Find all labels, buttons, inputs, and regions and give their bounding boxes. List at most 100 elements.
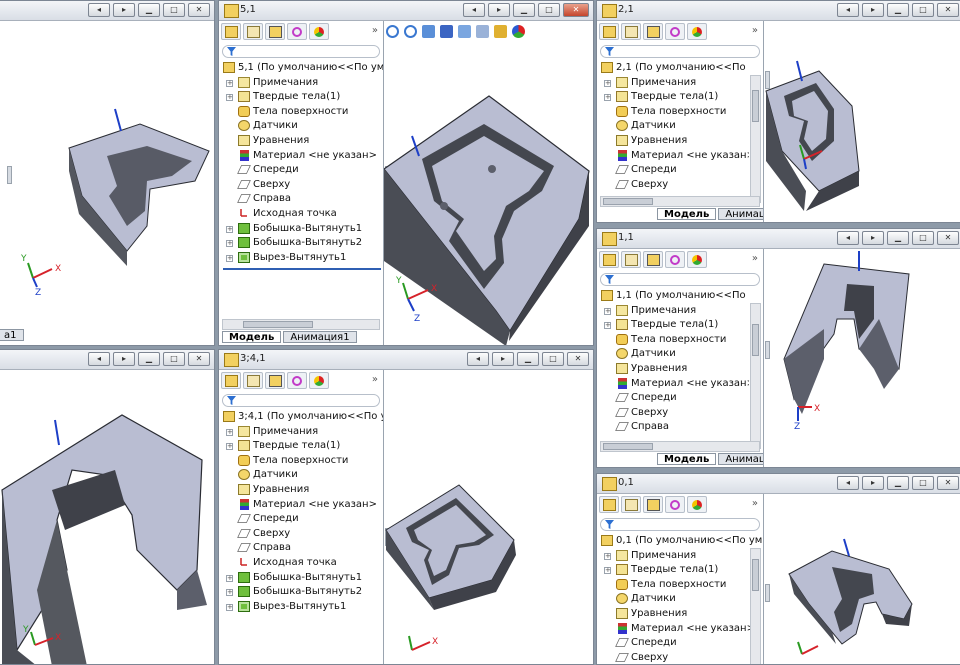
maximize-button[interactable]: □ [912, 3, 934, 17]
graphics-area[interactable]: X [384, 370, 593, 664]
maximize-button[interactable]: □ [912, 231, 934, 245]
filter-field[interactable] [600, 45, 760, 58]
close-button[interactable]: ✕ [188, 3, 210, 17]
minimize-button[interactable]: ▁ [138, 3, 160, 17]
graphics-area[interactable] [764, 494, 959, 664]
tab-model[interactable]: Модель [657, 208, 717, 220]
nav-forward-button[interactable]: ▸ [862, 476, 884, 490]
graphics-area[interactable]: Y X [0, 370, 214, 664]
tree-item-material[interactable]: Материал <не указан> [599, 622, 755, 637]
tree-item-top-plane[interactable]: Сверху [599, 178, 749, 189]
dimxpert-tab[interactable] [665, 23, 685, 40]
tree-item-notes[interactable]: + Примечания [221, 76, 383, 91]
tab-model[interactable]: Модель [657, 453, 717, 465]
expand-tabs-icon[interactable]: » [372, 374, 378, 385]
close-button[interactable]: ✕ [188, 352, 210, 366]
tree-item-equations[interactable]: Уравнения [599, 607, 749, 622]
rollback-bar[interactable] [223, 268, 381, 271]
display-manager-tab[interactable] [687, 23, 707, 40]
filter-field[interactable] [222, 394, 380, 407]
tree-root[interactable]: 5,1 (По умолчанию<<По умол [221, 61, 383, 76]
tree-item-front-plane[interactable]: Спереди [221, 512, 383, 527]
nav-back-button[interactable]: ◂ [467, 352, 489, 366]
dimxpert-tab[interactable] [665, 251, 685, 268]
tree-root[interactable]: 0,1 (По умолчанию<<По ум [599, 534, 762, 549]
maximize-button[interactable]: □ [163, 3, 185, 17]
feature-manager-tab[interactable] [599, 251, 619, 268]
tree-item-surfaces[interactable]: Тела поверхности [221, 105, 383, 120]
tab-model[interactable]: Модель [222, 331, 282, 343]
tree-root[interactable]: 3;4,1 (По умолчанию<<По умо [221, 410, 383, 425]
expand-tabs-icon[interactable]: » [752, 25, 758, 36]
graphics-area[interactable]: Y X Z а1 [0, 21, 214, 345]
dimxpert-tab[interactable] [287, 23, 307, 40]
tree-item-equations[interactable]: Уравнения [221, 134, 383, 149]
filter-field[interactable] [222, 45, 380, 58]
tree-item-boss2[interactable]: + Бобышка-Вытянуть2 [221, 585, 383, 600]
nav-forward-button[interactable]: ▸ [113, 3, 135, 17]
expand-icon[interactable]: + [226, 428, 233, 436]
minimize-button[interactable]: ▁ [887, 476, 909, 490]
minimize-button[interactable]: ▁ [887, 231, 909, 245]
tree-root[interactable]: 2,1 (По умолчанию<<По ум [599, 61, 749, 76]
tab-animation-partial[interactable]: а1 [0, 329, 24, 341]
expand-tabs-icon[interactable]: » [372, 25, 378, 36]
horizontal-scrollbar[interactable] [600, 196, 760, 207]
close-button[interactable]: ✕ [937, 3, 959, 17]
tree-item-equations[interactable]: Уравнения [599, 362, 749, 377]
tree-item-boss1[interactable]: + Бобышка-Вытянуть1 [221, 571, 383, 586]
tree-item-notes[interactable]: + Примечания [599, 304, 749, 319]
vertical-scrollbar[interactable] [750, 303, 761, 449]
expand-tabs-icon[interactable]: » [752, 253, 758, 264]
tree-item-sensors[interactable]: Датчики [599, 119, 749, 134]
property-manager-tab[interactable] [621, 23, 641, 40]
close-button[interactable]: ✕ [563, 3, 589, 17]
nav-back-button[interactable]: ◂ [837, 231, 859, 245]
expand-icon[interactable]: + [226, 240, 233, 248]
feature-manager-tab[interactable] [599, 23, 619, 40]
nav-forward-button[interactable]: ▸ [862, 231, 884, 245]
tree-item-cut1[interactable]: + Вырез-Вытянуть1 [221, 251, 383, 266]
nav-forward-button[interactable]: ▸ [862, 3, 884, 17]
tree-item-surfaces[interactable]: Тела поверхности [599, 333, 749, 348]
tree-item-solids[interactable]: + Твердые тела(1) [221, 90, 383, 105]
property-manager-tab[interactable] [621, 496, 641, 513]
graphics-area[interactable] [764, 21, 959, 222]
tree-item-front-plane[interactable]: Спереди [221, 163, 383, 178]
expand-icon[interactable]: + [604, 307, 611, 315]
tree-item-sensors[interactable]: Датчики [599, 592, 749, 607]
horizontal-scrollbar[interactable] [222, 319, 380, 330]
expand-icon[interactable]: + [604, 322, 611, 330]
close-button[interactable]: ✕ [937, 231, 959, 245]
expand-icon[interactable]: + [226, 443, 233, 451]
tree-item-sensors[interactable]: Датчики [221, 468, 383, 483]
graphics-area[interactable]: Y X Z [384, 21, 593, 345]
section-view-icon[interactable] [422, 25, 435, 38]
apply-scene-icon[interactable] [512, 25, 525, 38]
expand-icon[interactable]: + [226, 589, 233, 597]
tree-item-boss1[interactable]: + Бобышка-Вытянуть1 [221, 222, 383, 237]
edit-appearance-icon[interactable] [494, 25, 507, 38]
vertical-scrollbar[interactable] [750, 75, 761, 203]
expand-icon[interactable]: + [226, 254, 233, 262]
filter-field[interactable] [600, 518, 760, 531]
tree-item-solids[interactable]: + Твердые тела(1) [221, 439, 383, 454]
configuration-manager-tab[interactable] [265, 23, 285, 40]
configuration-manager-tab[interactable] [643, 496, 663, 513]
tree-item-notes[interactable]: + Примечания [599, 549, 749, 564]
tree-item-top-plane[interactable]: Сверху [599, 651, 749, 664]
close-button[interactable]: ✕ [567, 352, 589, 366]
tree-item-front-plane[interactable]: Спереди [599, 636, 749, 651]
property-manager-tab[interactable] [243, 23, 263, 40]
refresh-view-icon[interactable] [404, 25, 417, 38]
tree-item-surfaces[interactable]: Тела поверхности [599, 105, 749, 120]
panel-splitter[interactable] [7, 166, 12, 184]
tree-item-origin[interactable]: Исходная точка [221, 207, 383, 222]
property-manager-tab[interactable] [621, 251, 641, 268]
tab-animation[interactable]: Анимация1 [718, 208, 763, 220]
display-manager-tab[interactable] [309, 23, 329, 40]
expand-icon[interactable]: + [604, 567, 611, 575]
view-orientation-icon[interactable] [440, 25, 453, 38]
minimize-button[interactable]: ▁ [513, 3, 535, 17]
maximize-button[interactable]: □ [542, 352, 564, 366]
